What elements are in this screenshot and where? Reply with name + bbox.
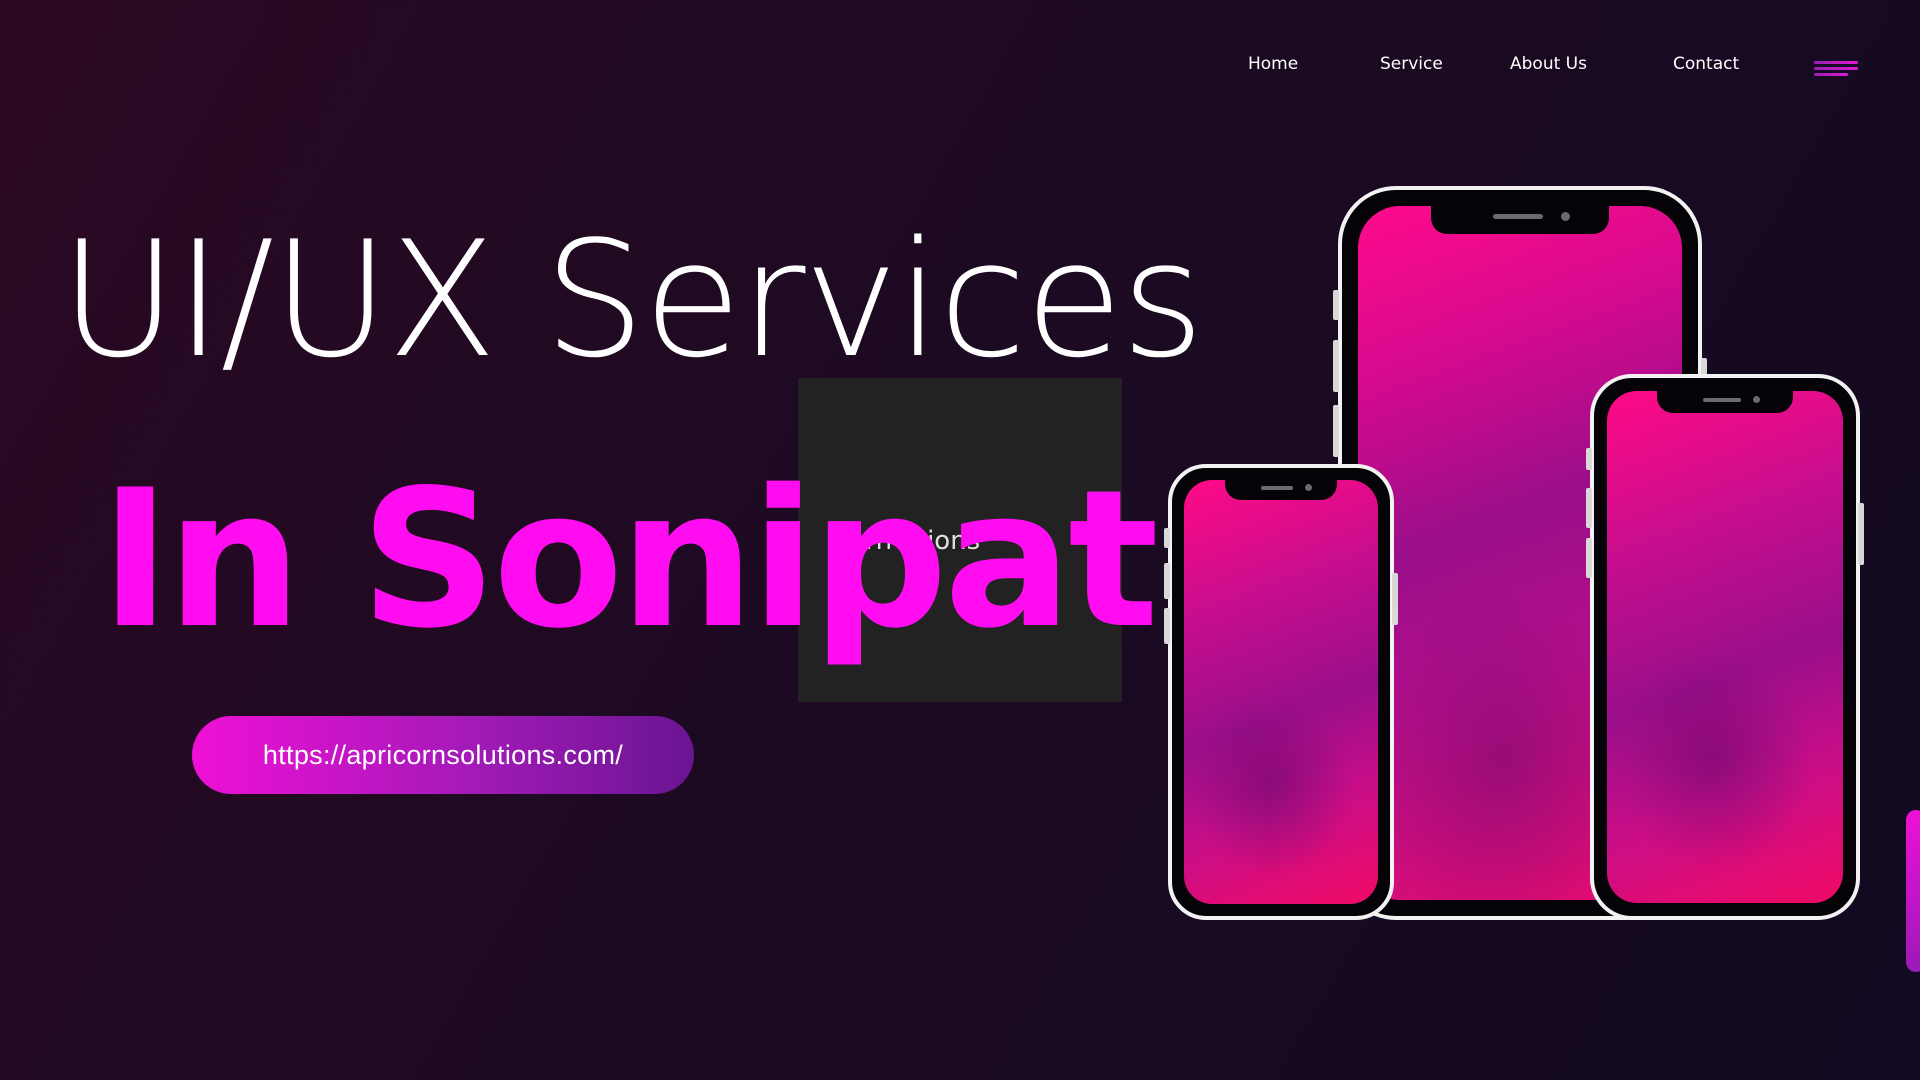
hamburger-menu-icon[interactable]: [1814, 57, 1858, 77]
phone-screen: [1184, 480, 1378, 904]
hero-title-line-2: In Sonipat: [100, 449, 1159, 670]
nav-link-home[interactable]: Home: [1248, 54, 1298, 74]
edge-accent-bar: [1906, 810, 1920, 972]
phone-notch: [1431, 206, 1609, 234]
phone-side-button: [1392, 573, 1398, 625]
hero-title-line-1: UI/UX Services: [60, 206, 1204, 393]
phone-screen: [1607, 391, 1843, 903]
phone-side-button: [1333, 340, 1339, 392]
nav-link-service[interactable]: Service: [1380, 54, 1443, 74]
nav-link-about-us[interactable]: About Us: [1510, 54, 1587, 74]
camera-icon: [1753, 396, 1760, 403]
phone-side-button: [1858, 503, 1864, 565]
speaker-icon: [1261, 486, 1293, 490]
phone-mockup-small: [1164, 464, 1398, 920]
phone-side-button: [1586, 448, 1592, 470]
phone-side-button: [1333, 405, 1339, 457]
phone-notch: [1657, 391, 1793, 413]
camera-icon: [1305, 484, 1312, 491]
phone-mockup-right: [1586, 374, 1864, 920]
phone-side-button: [1586, 538, 1592, 578]
top-navigation: Home Service About Us Contact: [0, 52, 1920, 82]
phone-side-button: [1164, 608, 1170, 644]
phone-side-button: [1164, 563, 1170, 599]
phone-side-button: [1164, 528, 1170, 548]
speaker-icon: [1703, 398, 1741, 402]
website-url-text: https://apricornsolutions.com/: [262, 739, 624, 770]
nav-link-contact[interactable]: Contact: [1673, 54, 1739, 74]
speaker-icon: [1493, 214, 1543, 219]
phone-side-button: [1586, 488, 1592, 528]
phone-side-button: [1333, 290, 1339, 320]
camera-icon: [1561, 212, 1570, 221]
phone-notch: [1225, 480, 1337, 500]
website-url-button[interactable]: https://apricornsolutions.com/: [192, 716, 694, 794]
